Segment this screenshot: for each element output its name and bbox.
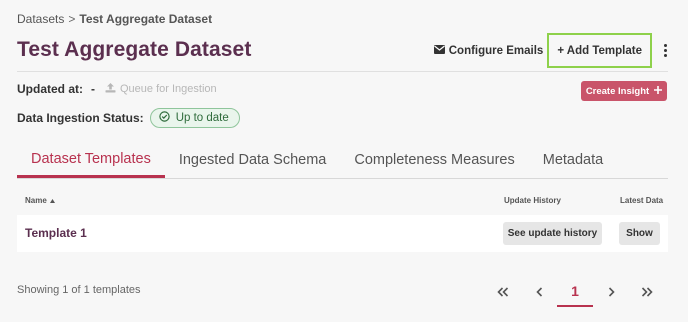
status-badge: Up to date <box>149 108 240 128</box>
tab-dataset-templates[interactable]: Dataset Templates <box>17 141 165 178</box>
see-update-history-button[interactable]: See update history <box>503 222 602 245</box>
configure-emails-label: Configure Emails <box>448 44 544 57</box>
upload-icon <box>105 82 116 96</box>
check-circle-icon <box>158 111 170 125</box>
ingestion-status-row: Data Ingestion Status: Up to date <box>17 108 240 128</box>
column-header-latest-data: Latest Data <box>620 196 664 205</box>
tab-metadata[interactable]: Metadata <box>529 141 617 178</box>
breadcrumb: Datasets > Test Aggregate Dataset <box>17 12 212 26</box>
column-name-label: Name <box>25 196 47 205</box>
kebab-menu-icon[interactable] <box>662 44 668 57</box>
add-template-label: + Add Template <box>557 44 642 57</box>
chevron-left-icon <box>535 287 543 297</box>
table-row: Template 1 See update history Show <box>17 215 668 252</box>
sort-ascending-icon <box>49 196 55 205</box>
status-badge-label: Up to date <box>175 112 229 124</box>
next-page-button[interactable] <box>593 277 629 307</box>
updated-at-value: - <box>91 82 95 96</box>
create-insight-button[interactable]: Create Insight <box>581 81 667 101</box>
pagination-summary: Showing 1 of 1 templates <box>17 284 141 296</box>
last-page-button[interactable] <box>629 277 665 307</box>
updated-at-label: Updated at: <box>17 82 83 96</box>
plus-icon <box>654 85 663 97</box>
column-header-name[interactable]: Name <box>25 196 55 205</box>
template-name-link[interactable]: Template 1 <box>25 226 87 240</box>
breadcrumb-current: Test Aggregate Dataset <box>79 12 213 26</box>
breadcrumb-datasets-link[interactable]: Datasets <box>17 12 64 26</box>
title-actions: Configure Emails + Add Template <box>433 33 668 68</box>
create-insight-label: Create Insight <box>585 85 650 97</box>
tab-bar: Dataset Templates Ingested Data Schema C… <box>17 142 668 179</box>
ingestion-status-label: Data Ingestion Status: <box>17 111 144 125</box>
chevron-right-icon <box>608 287 615 297</box>
configure-emails-button[interactable]: Configure Emails <box>433 44 544 57</box>
updated-row: Updated at: - Queue for Ingestion <box>17 82 217 96</box>
previous-page-button[interactable] <box>521 277 557 307</box>
tab-ingested-data-schema[interactable]: Ingested Data Schema <box>165 141 341 178</box>
envelope-icon <box>433 44 445 57</box>
page-title: Test Aggregate Dataset <box>17 38 252 61</box>
add-template-button[interactable]: + Add Template <box>547 33 652 68</box>
show-latest-data-button[interactable]: Show <box>619 222 660 245</box>
double-chevron-right-icon <box>641 287 653 297</box>
queue-for-ingestion-button[interactable]: Queue for Ingestion <box>105 82 217 96</box>
double-chevron-left-icon <box>497 287 509 297</box>
breadcrumb-separator: > <box>68 12 76 26</box>
queue-for-ingestion-label: Queue for Ingestion <box>120 83 217 95</box>
column-header-update-history: Update History <box>504 196 561 205</box>
pagination: 1 <box>485 276 665 308</box>
first-page-button[interactable] <box>485 277 521 307</box>
header-divider <box>17 71 668 72</box>
table-header: Name Update History Latest Data <box>17 196 668 212</box>
page-button-current[interactable]: 1 <box>557 277 593 307</box>
tab-completeness-measures[interactable]: Completeness Measures <box>340 141 528 178</box>
